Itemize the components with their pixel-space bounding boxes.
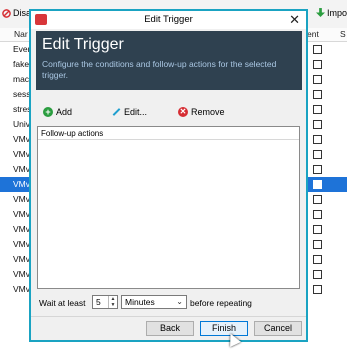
column-s[interactable]: S (340, 29, 346, 39)
wait-unit-value: Minutes (125, 297, 155, 307)
event-checkbox[interactable] (313, 240, 322, 249)
row-name: mac (13, 74, 30, 84)
event-checkbox[interactable] (313, 195, 322, 204)
event-checkbox[interactable] (313, 150, 322, 159)
add-button[interactable]: + Add (43, 107, 72, 117)
event-checkbox[interactable] (313, 105, 322, 114)
row-name: VMv (13, 134, 30, 144)
event-checkbox[interactable] (313, 285, 322, 294)
event-checkbox[interactable] (313, 225, 322, 234)
row-name: VMv (13, 284, 30, 294)
row-name: fake (13, 59, 30, 69)
wait-prefix-label: Wait at least (39, 298, 86, 308)
wait-unit-select[interactable]: Minutes ⌄ (121, 295, 187, 309)
cancel-button[interactable]: Cancel (254, 321, 302, 336)
list-header-label: Follow-up actions (41, 129, 104, 138)
event-checkbox[interactable] (313, 270, 322, 279)
event-checkbox[interactable] (313, 75, 322, 84)
pencil-icon (111, 107, 121, 117)
event-checkbox[interactable] (313, 255, 322, 264)
row-name: Univ (13, 119, 31, 129)
disable-icon (2, 8, 11, 18)
edit-label: Edit... (124, 107, 148, 117)
follow-up-actions-list[interactable]: Follow-up actions (37, 126, 300, 289)
row-name: sess (13, 89, 31, 99)
edit-trigger-dialog: Edit Trigger ✕ Edit Trigger Configure th… (29, 9, 308, 347)
disable-button[interactable]: Disa (2, 8, 31, 18)
add-icon: + (43, 107, 53, 117)
banner-subtitle: Configure the conditions and follow-up a… (42, 59, 277, 80)
wait-value: 5 (96, 297, 101, 307)
close-icon[interactable]: ✕ (289, 12, 300, 28)
event-checkbox[interactable] (313, 210, 322, 219)
banner-title: Edit Trigger (42, 36, 124, 53)
add-label: Add (56, 107, 73, 117)
event-checkbox[interactable] (313, 90, 322, 99)
row-name: VMv (13, 209, 30, 219)
remove-button[interactable]: ✕ Remove (178, 107, 225, 117)
chevron-down-icon: ⌄ (176, 297, 183, 306)
row-name: VMv (13, 239, 30, 249)
row-name: VMv (13, 164, 30, 174)
row-name: VMv (13, 149, 30, 159)
row-name: VMv (13, 269, 30, 279)
event-checkbox[interactable] (313, 180, 322, 189)
remove-label: Remove (191, 107, 225, 117)
dialog-titlebar[interactable]: Edit Trigger ✕ (31, 11, 306, 29)
dialog-banner: Edit Trigger Configure the conditions an… (36, 31, 302, 90)
row-name: Ever (13, 44, 31, 54)
column-event[interactable]: ent (307, 29, 319, 39)
row-name: VMv (13, 254, 30, 264)
wait-value-stepper[interactable]: 5 ▲ ▼ (92, 295, 118, 309)
back-button[interactable]: Back (146, 321, 194, 336)
footer-divider (31, 316, 306, 317)
dialog-title: Edit Trigger (144, 14, 193, 25)
remove-icon: ✕ (178, 107, 188, 117)
import-button[interactable]: Impor (316, 8, 347, 18)
wait-suffix-label: before repeating (190, 298, 252, 308)
column-name[interactable]: Nar (14, 29, 28, 39)
finish-button[interactable]: Finish (200, 321, 248, 336)
list-header: Follow-up actions (38, 127, 299, 140)
import-icon (316, 8, 325, 18)
event-checkbox[interactable] (313, 165, 322, 174)
row-name: VMv (13, 179, 30, 189)
event-checkbox[interactable] (313, 60, 322, 69)
edit-button[interactable]: Edit... (111, 107, 147, 117)
event-checkbox[interactable] (313, 120, 322, 129)
event-checkbox[interactable] (313, 45, 322, 54)
spin-arrows-icon[interactable]: ▲ ▼ (108, 296, 117, 308)
event-checkbox[interactable] (313, 135, 322, 144)
row-name: VMv (13, 224, 30, 234)
import-label: Impor (327, 8, 347, 18)
row-name: VMv (13, 194, 30, 204)
